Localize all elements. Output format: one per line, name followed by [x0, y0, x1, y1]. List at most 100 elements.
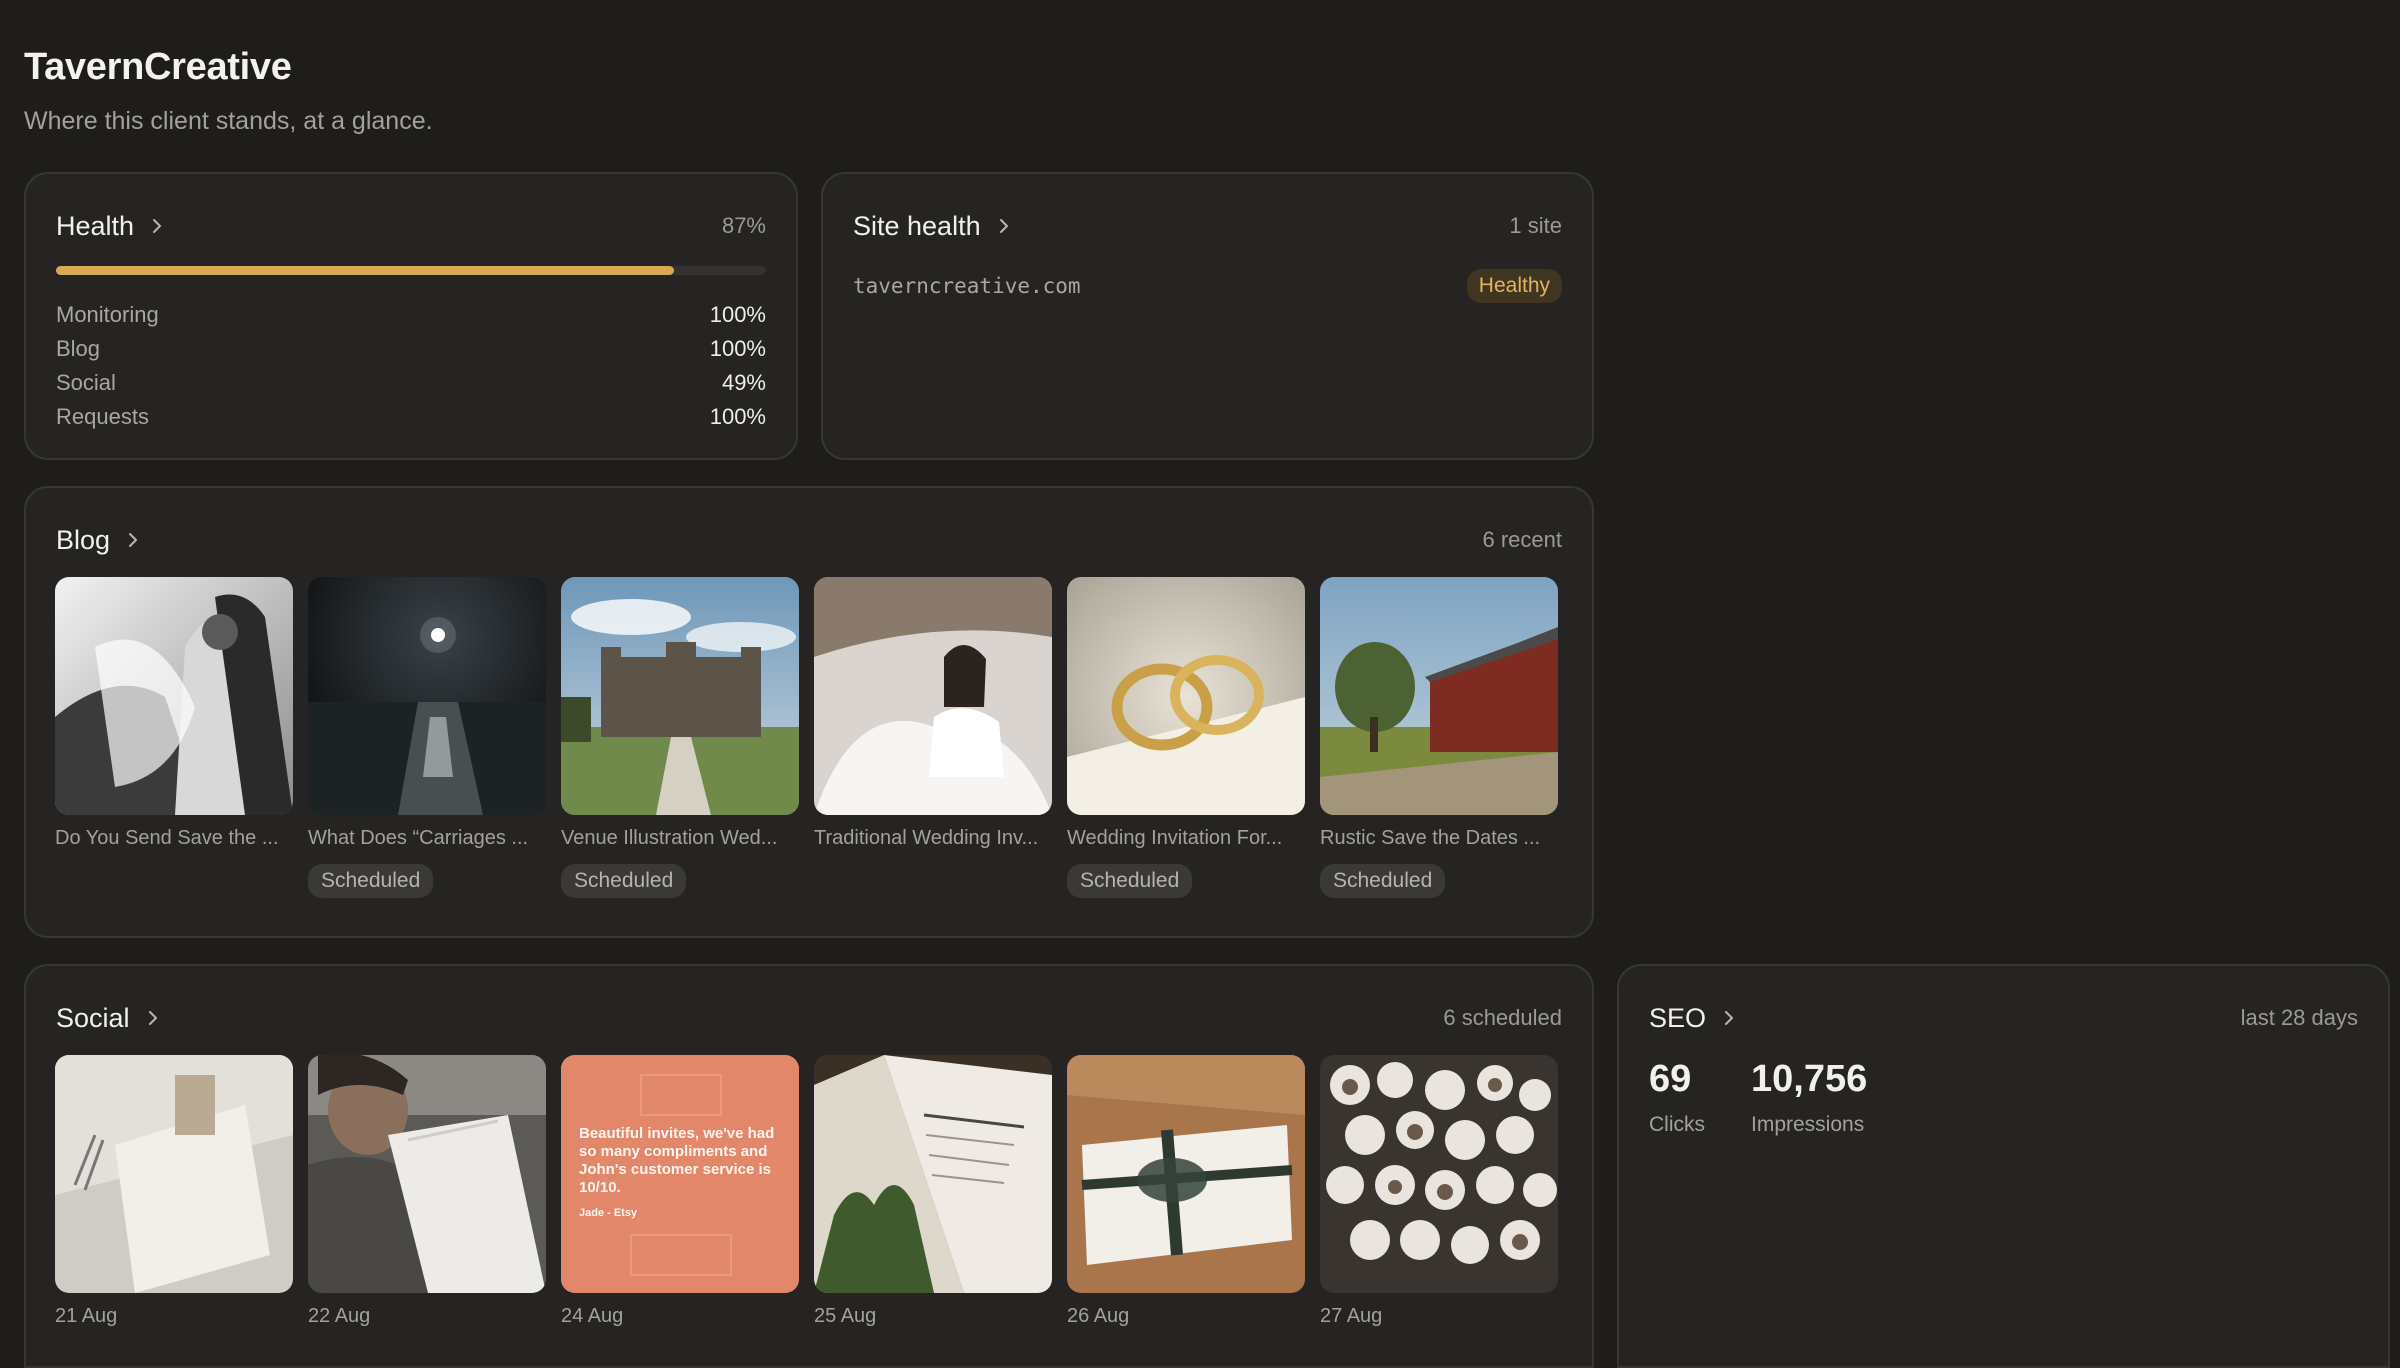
place-card-photo	[55, 1055, 293, 1293]
scheduled-badge: Scheduled	[1320, 864, 1446, 898]
seo-impressions-stat: 10,756 Impressions	[1751, 1058, 1867, 1137]
testimonial-graphic: Beautiful invites, we've had so many com…	[561, 1055, 799, 1293]
chevron-right-icon	[1720, 1009, 1738, 1027]
blog-title-link[interactable]: Blog	[56, 525, 142, 556]
chevron-right-icon	[995, 217, 1013, 235]
social-card-header: Social 6 scheduled	[56, 1000, 1562, 1036]
health-card: Health 87% Monitoring 100% Blog 100% Soc…	[24, 172, 798, 460]
seo-title: SEO	[1649, 1002, 1707, 1033]
clicks-value: 69	[1649, 1058, 1692, 1100]
site-health-title: Site health	[853, 210, 981, 241]
seo-period: last 28 days	[2240, 1005, 2358, 1030]
blog-post-title: What Does “Carriages ...	[308, 827, 529, 849]
bride-in-car-photo	[814, 577, 1052, 815]
health-row-social: Social 49%	[56, 366, 766, 400]
testimonial-author: Jade - Etsy	[579, 1207, 638, 1219]
health-title: Health	[56, 210, 135, 241]
blog-post-title: Wedding Invitation For...	[1067, 827, 1283, 849]
blog-card-header: Blog 6 recent	[56, 522, 1562, 558]
health-card-header: Health 87%	[56, 208, 766, 244]
health-row-value: 100%	[709, 302, 766, 327]
site-health-title-link[interactable]: Site health	[853, 211, 1013, 242]
chevron-right-icon	[124, 531, 142, 549]
health-row-value: 100%	[709, 336, 766, 361]
social-post[interactable]: 26 Aug	[1067, 1055, 1305, 1328]
ribbon-envelope-photo	[1067, 1055, 1305, 1293]
site-health-card: Site health 1 site taverncreative.com He…	[821, 172, 1594, 460]
health-row-value: 49%	[721, 370, 766, 395]
chevron-right-icon	[148, 217, 166, 235]
blog-post[interactable]: Venue Illustration Wed... Scheduled	[561, 577, 799, 898]
health-title-link[interactable]: Health	[56, 211, 166, 242]
social-post-date: 21 Aug	[55, 1305, 118, 1327]
red-barn-photo	[1320, 577, 1558, 815]
impressions-label: Impressions	[1751, 1113, 1865, 1136]
dashboard-page: TavernCreative Where this client stands,…	[0, 0, 2400, 1368]
manor-house-photo	[561, 577, 799, 815]
social-title-link[interactable]: Social	[56, 1003, 162, 1034]
seo-card-header: SEO last 28 days	[1649, 1000, 2358, 1036]
scheduled-badge: Scheduled	[1067, 864, 1193, 898]
social-post[interactable]: 22 Aug	[308, 1055, 546, 1328]
seo-card: SEO last 28 days 69 Clicks 10,756 Impres…	[1617, 964, 2390, 1368]
social-post-date: 27 Aug	[1320, 1305, 1383, 1327]
blog-post[interactable]: What Does “Carriages ... Scheduled	[308, 577, 546, 898]
blog-post[interactable]: Traditional Wedding Inv...	[814, 577, 1052, 898]
impressions-value: 10,756	[1751, 1058, 1868, 1100]
site-row[interactable]: taverncreative.com Healthy	[853, 266, 1562, 306]
moon-over-sea-photo	[308, 577, 546, 815]
blog-post-title: Venue Illustration Wed...	[561, 827, 778, 849]
blog-title: Blog	[56, 524, 111, 555]
clicks-label: Clicks	[1649, 1113, 1705, 1136]
scheduled-badge: Scheduled	[308, 864, 434, 898]
health-row-value: 100%	[709, 404, 766, 429]
social-post[interactable]: 25 Aug	[814, 1055, 1052, 1328]
social-post-date: 24 Aug	[561, 1305, 624, 1327]
health-progress-bar	[56, 266, 766, 275]
health-row-label: Blog	[56, 336, 101, 361]
social-post[interactable]: 21 Aug	[55, 1055, 293, 1328]
page-header: TavernCreative Where this client stands,…	[24, 46, 433, 136]
page-subtitle: Where this client stands, at a glance.	[24, 107, 433, 135]
testimonial-quote: Beautiful invites, we've had so many com…	[579, 1125, 775, 1196]
site-health-card-header: Site health 1 site	[853, 208, 1562, 244]
health-row-monitoring: Monitoring 100%	[56, 298, 766, 332]
social-count: 6 scheduled	[1443, 1005, 1562, 1030]
blog-post[interactable]: Do You Send Save the ...	[55, 577, 293, 898]
seo-stats: 69 Clicks 10,756 Impressions	[1649, 1058, 1867, 1137]
health-percent: 87%	[721, 213, 766, 238]
gold-rings-photo	[1067, 577, 1305, 815]
social-post[interactable]: 27 Aug	[1320, 1055, 1558, 1328]
blog-post[interactable]: Rustic Save the Dates ... Scheduled	[1320, 577, 1558, 898]
social-post-date: 25 Aug	[814, 1305, 877, 1327]
social-post-date: 26 Aug	[1067, 1305, 1130, 1327]
social-title: Social	[56, 1002, 130, 1033]
confetti-cones-photo	[1320, 1055, 1558, 1293]
page-title: TavernCreative	[24, 46, 292, 88]
health-row-label: Social	[56, 370, 116, 395]
invitation-booklet-photo	[814, 1055, 1052, 1293]
blog-post-list: Do You Send Save the ... What Does “Carr…	[55, 577, 1558, 898]
man-with-invite-photo	[308, 1055, 546, 1293]
health-progress-fill	[56, 266, 674, 275]
seo-title-link[interactable]: SEO	[1649, 1003, 1738, 1034]
scheduled-badge: Scheduled	[561, 864, 687, 898]
social-post-list: 21 Aug 22 Aug Beautiful invites, we've h…	[55, 1055, 1558, 1328]
seo-clicks-stat: 69 Clicks	[1649, 1058, 1705, 1137]
social-post[interactable]: Beautiful invites, we've had so many com…	[561, 1055, 799, 1328]
blog-post-title: Traditional Wedding Inv...	[814, 827, 1039, 849]
health-row-label: Monitoring	[56, 302, 159, 327]
health-breakdown: Monitoring 100% Blog 100% Social 49% Req…	[56, 298, 766, 434]
chevron-right-icon	[144, 1009, 162, 1027]
blog-post[interactable]: Wedding Invitation For... Scheduled	[1067, 577, 1305, 898]
blog-post-title: Rustic Save the Dates ...	[1320, 827, 1541, 849]
bw-couple-photo	[55, 577, 293, 815]
health-row-label: Requests	[56, 404, 149, 429]
blog-count: 6 recent	[1482, 527, 1563, 552]
status-badge: Healthy	[1466, 269, 1562, 303]
health-row-requests: Requests 100%	[56, 400, 766, 434]
social-post-date: 22 Aug	[308, 1305, 371, 1327]
site-domain: taverncreative.com	[853, 274, 1081, 298]
blog-post-title: Do You Send Save the ...	[55, 827, 279, 849]
health-row-blog: Blog 100%	[56, 332, 766, 366]
